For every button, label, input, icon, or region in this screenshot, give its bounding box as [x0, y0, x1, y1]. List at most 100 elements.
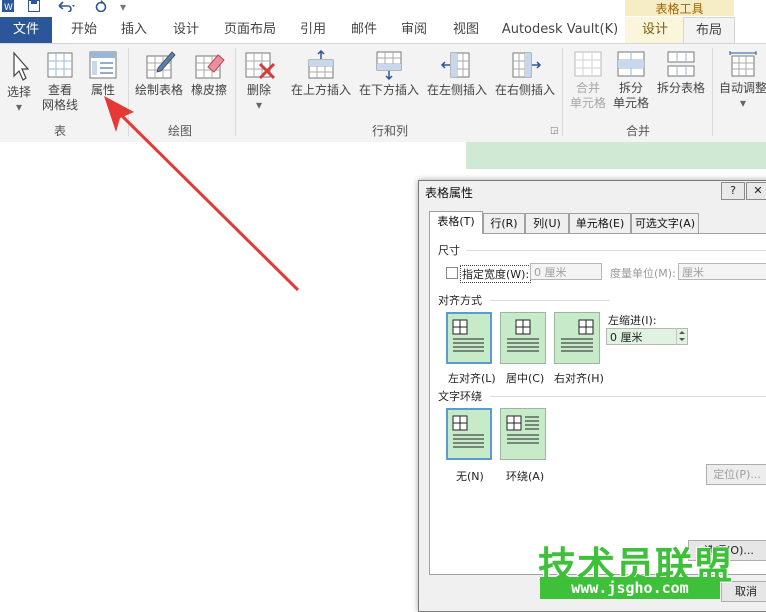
- group-label-draw: 绘图: [167, 124, 192, 138]
- help-button[interactable]: ?: [721, 182, 745, 200]
- tab-autodesk-vault[interactable]: Autodesk Vault(K): [500, 18, 620, 42]
- select-button[interactable]: 选择 ▾: [2, 50, 36, 115]
- tab-table-layout[interactable]: 布局: [683, 17, 735, 44]
- tab-page-layout[interactable]: 页面布局: [218, 18, 282, 42]
- table-highlight: [466, 142, 766, 169]
- dialog-panel: 尺寸 指定宽度(W): 0 厘米 度量单位(M): 厘米 对齐方式 左对齐(L)…: [429, 233, 766, 575]
- view-gridlines-label-1: 查看: [47, 83, 72, 97]
- align-left-label: 左对齐(L): [448, 372, 496, 385]
- dialog-launcher-icon[interactable]: ◲: [550, 126, 559, 136]
- split-cells-label-2: 单元格: [612, 96, 649, 110]
- insert-above-button[interactable]: 在上方插入: [288, 49, 354, 98]
- close-button[interactable]: ✕: [746, 182, 766, 200]
- wrap-around-icon: [506, 415, 539, 444]
- insert-left-label: 在左侧插入: [426, 83, 487, 97]
- insert-above-icon: [308, 49, 334, 79]
- tab-row[interactable]: 行(R): [483, 213, 525, 233]
- insert-right-button[interactable]: 在右侧插入: [492, 50, 558, 98]
- align-left-button[interactable]: [446, 312, 492, 364]
- tab-home[interactable]: 开始: [62, 18, 106, 42]
- chevron-down-icon: ▾: [255, 98, 263, 112]
- draw-table-button[interactable]: 绘制表格: [132, 50, 186, 98]
- cursor-icon: [13, 51, 30, 81]
- tab-references[interactable]: 引用: [293, 18, 333, 42]
- preferred-width-input[interactable]: 0 厘米: [530, 263, 602, 280]
- tab-table[interactable]: 表格(T): [429, 211, 483, 234]
- autofit-button[interactable]: 自动调整 ▾: [716, 50, 766, 111]
- preferred-width-checkbox[interactable]: [446, 267, 458, 279]
- group-separator: [712, 48, 713, 136]
- indent-label: 左缩进(I):: [608, 314, 657, 327]
- group-separator: [235, 48, 236, 136]
- insert-below-label: 在下方插入: [358, 83, 419, 97]
- group-label-rows-columns: 行和列: [371, 124, 408, 138]
- merge-cells-button[interactable]: 合并 单元格: [567, 50, 609, 111]
- eraser-button[interactable]: 橡皮擦: [188, 50, 230, 98]
- divider: [466, 250, 766, 251]
- wrap-around-button[interactable]: [500, 408, 546, 460]
- gridlines-icon: [47, 52, 73, 78]
- indent-spinner[interactable]: [676, 328, 688, 345]
- autofit-label: 自动调整: [718, 81, 766, 95]
- align-center-button[interactable]: [500, 312, 546, 364]
- tab-cell[interactable]: 单元格(E): [569, 213, 631, 233]
- insert-below-icon: [376, 51, 402, 81]
- split-table-button[interactable]: 拆分表格: [654, 50, 708, 96]
- divider: [490, 396, 766, 397]
- tab-table-design[interactable]: 设计: [631, 18, 679, 42]
- wrap-none-icon: [452, 415, 484, 448]
- delete-button[interactable]: 删除 ▾: [240, 50, 278, 113]
- divider: [490, 300, 610, 301]
- properties-button[interactable]: 属性: [85, 50, 121, 98]
- measure-in-label: 度量单位(M):: [610, 267, 676, 280]
- group-label-table: 表: [53, 124, 66, 138]
- close-icon: ✕: [753, 184, 763, 197]
- insert-below-button[interactable]: 在下方插入: [356, 50, 422, 98]
- draw-table-label: 绘制表格: [134, 83, 183, 97]
- split-cells-button[interactable]: 拆分 单元格: [610, 50, 652, 111]
- align-right-label: 右对齐(H): [554, 372, 604, 385]
- undo-icon[interactable]: [56, 0, 78, 14]
- split-table-icon: [667, 51, 695, 77]
- tab-insert[interactable]: 插入: [114, 18, 154, 42]
- tab-column[interactable]: 列(U): [525, 213, 569, 233]
- properties-label: 属性: [90, 83, 115, 97]
- tab-view[interactable]: 视图: [446, 18, 486, 42]
- align-center-icon: [507, 319, 539, 352]
- draw-table-icon: [146, 51, 176, 79]
- delete-table-icon: [245, 52, 276, 80]
- tab-file[interactable]: 文件: [0, 17, 52, 43]
- view-gridlines-label-2: 网格线: [41, 98, 78, 112]
- position-button[interactable]: 定位(P)...: [706, 464, 766, 485]
- group-separator: [562, 48, 563, 136]
- tab-review[interactable]: 审阅: [394, 18, 434, 42]
- watermark-url: www.jsgho.com: [540, 577, 720, 599]
- wrap-around-label: 环绕(A): [506, 470, 545, 483]
- insert-above-label: 在上方插入: [290, 83, 351, 97]
- measure-in-select[interactable]: 厘米: [678, 263, 766, 280]
- section-size: 尺寸: [438, 244, 460, 257]
- context-group-title: 表格工具: [655, 2, 704, 16]
- align-right-button[interactable]: [554, 312, 600, 364]
- chevron-down-icon: ▾: [15, 100, 23, 114]
- redo-icon[interactable]: [95, 0, 109, 14]
- select-label: 选择: [6, 85, 31, 99]
- view-gridlines-button[interactable]: 查看 网格线: [39, 50, 81, 113]
- wrap-none-label: 无(N): [456, 470, 484, 483]
- tab-alt-text[interactable]: 可选文字(A): [631, 213, 699, 233]
- group-label-merge: 合并: [625, 124, 650, 138]
- delete-label: 删除: [246, 83, 271, 97]
- merge-cells-label-1: 合并: [575, 81, 600, 95]
- insert-left-icon: [440, 52, 470, 78]
- autofit-icon: [729, 51, 757, 77]
- split-cells-label-1: 拆分: [618, 81, 643, 95]
- customize-qa-icon[interactable]: ▾: [120, 0, 126, 14]
- section-text-wrapping: 文字环绕: [438, 390, 482, 403]
- table-properties-icon: [89, 51, 117, 79]
- word-app-icon: W: [2, 0, 14, 14]
- save-icon[interactable]: [28, 0, 40, 14]
- wrap-none-button[interactable]: [446, 408, 492, 460]
- tab-design[interactable]: 设计: [166, 18, 206, 42]
- insert-left-button[interactable]: 在左侧插入: [424, 50, 490, 98]
- tab-mailings[interactable]: 邮件: [344, 18, 384, 42]
